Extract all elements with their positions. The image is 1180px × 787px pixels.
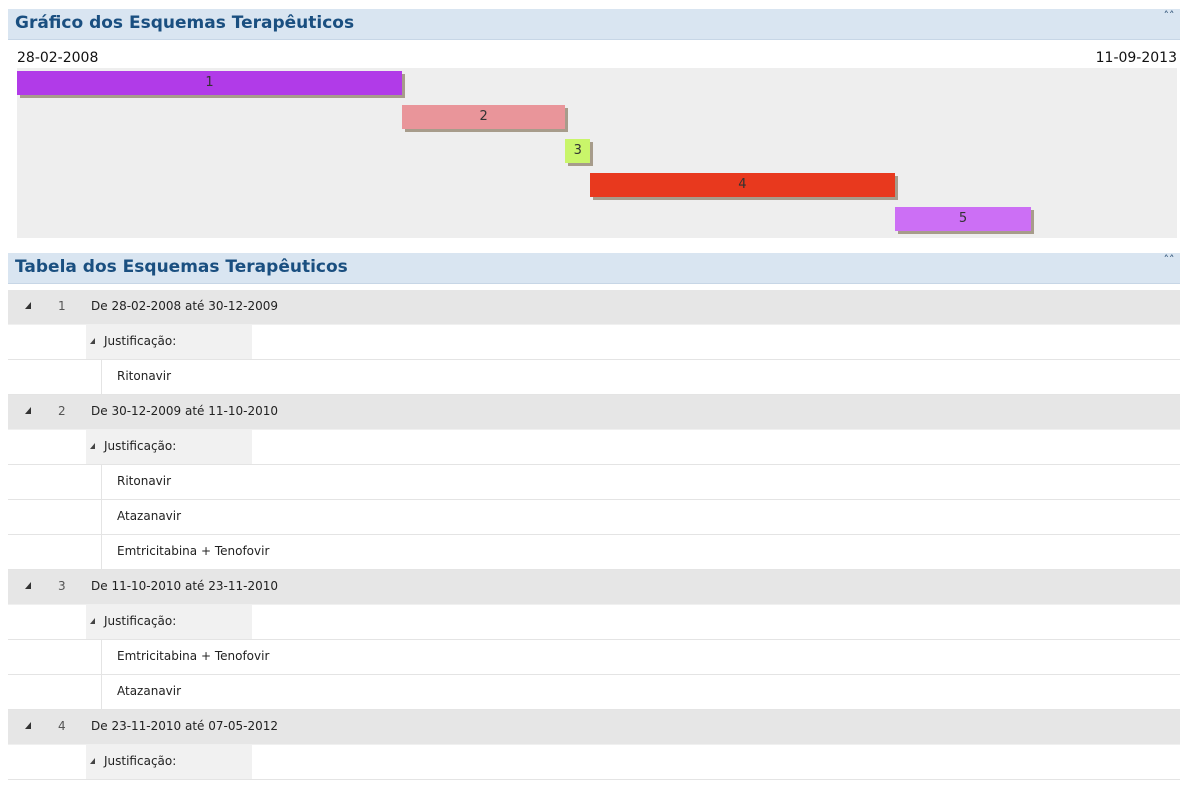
chart-panel-header: Gráfico dos Esquemas Terapêuticos ˄˄ <box>8 9 1180 40</box>
gantt-bar-3[interactable]: 3 <box>565 139 591 163</box>
chart-panel-title: Gráfico dos Esquemas Terapêuticos <box>15 13 355 33</box>
gantt-bar-4[interactable]: 4 <box>590 173 895 197</box>
drug-row: Atazanavir <box>8 500 1180 535</box>
drug-name: Emtricitabina + Tenofovir <box>117 544 270 558</box>
scheme-number: 2 <box>58 404 66 418</box>
scheme-date-range: De 23-11-2010 até 07-05-2012 <box>91 719 278 733</box>
expand-triangle-icon[interactable] <box>25 302 31 309</box>
drug-name: Ritonavir <box>117 474 172 488</box>
justification-row: Justificação: <box>8 605 1180 640</box>
drug-name: Atazanavir <box>117 684 182 698</box>
table-collapse-icon[interactable]: ˄˄ <box>1162 254 1176 272</box>
justification-row: Justificação: <box>8 325 1180 360</box>
gantt-bar-1[interactable]: 1 <box>17 71 402 95</box>
scheme-number: 4 <box>58 719 66 733</box>
justification-expand-icon[interactable] <box>90 443 95 449</box>
expand-triangle-icon[interactable] <box>25 722 31 729</box>
drug-row: Emtricitabina + Tenofovir <box>8 535 1180 570</box>
scheme-row-1: 1 De 28-02-2008 até 30-12-2009 <box>8 290 1180 325</box>
drug-row: Atazanavir <box>8 675 1180 710</box>
expand-triangle-icon[interactable] <box>25 582 31 589</box>
justification-row: Justificação: <box>8 430 1180 465</box>
drug-name: Atazanavir <box>117 509 182 523</box>
expand-triangle-icon[interactable] <box>25 407 31 414</box>
drug-cell <box>101 675 1180 709</box>
justification-expand-icon[interactable] <box>90 618 95 624</box>
justification-label: Justificação: <box>104 334 177 348</box>
scheme-row-4: 4 De 23-11-2010 até 07-05-2012 <box>8 710 1180 745</box>
scheme-date-range: De 30-12-2009 até 11-10-2010 <box>91 404 278 418</box>
justification-label: Justificação: <box>104 439 177 453</box>
chart-start-date: 28-02-2008 <box>17 50 99 66</box>
scheme-row-3: 3 De 11-10-2010 até 23-11-2010 <box>8 570 1180 605</box>
table-panel-title: Tabela dos Esquemas Terapêuticos <box>15 257 348 277</box>
justification-expand-icon[interactable] <box>90 758 95 764</box>
gantt-bar-2[interactable]: 2 <box>401 105 566 129</box>
scheme-number: 1 <box>58 299 66 313</box>
drug-row: Emtricitabina + Tenofovir <box>8 640 1180 675</box>
scheme-table: 1 De 28-02-2008 até 30-12-2009 Justificaçã… <box>8 290 1180 780</box>
scheme-row-2: 2 De 30-12-2009 até 11-10-2010 <box>8 395 1180 430</box>
table-panel-header: Tabela dos Esquemas Terapêuticos ˄˄ <box>8 253 1180 284</box>
drug-cell <box>101 465 1180 499</box>
justification-label: Justificação: <box>104 614 177 628</box>
drug-name: Emtricitabina + Tenofovir <box>117 649 270 663</box>
gantt-chart: 1 2 3 4 5 <box>17 68 1177 238</box>
drug-cell <box>101 500 1180 534</box>
scheme-date-range: De 28-02-2008 até 30-12-2009 <box>91 299 278 313</box>
chart-collapse-icon[interactable]: ˄˄ <box>1162 10 1176 28</box>
justification-row: Justificação: <box>8 745 1180 780</box>
drug-cell <box>101 360 1180 394</box>
chart-end-date: 11-09-2013 <box>1095 50 1177 66</box>
drug-row: Ritonavir <box>8 465 1180 500</box>
drug-row: Ritonavir <box>8 360 1180 395</box>
gantt-bar-5[interactable]: 5 <box>894 207 1032 231</box>
justification-expand-icon[interactable] <box>90 338 95 344</box>
drug-name: Ritonavir <box>117 369 172 383</box>
scheme-date-range: De 11-10-2010 até 23-11-2010 <box>91 579 278 593</box>
scheme-number: 3 <box>58 579 66 593</box>
justification-label: Justificação: <box>104 754 177 768</box>
